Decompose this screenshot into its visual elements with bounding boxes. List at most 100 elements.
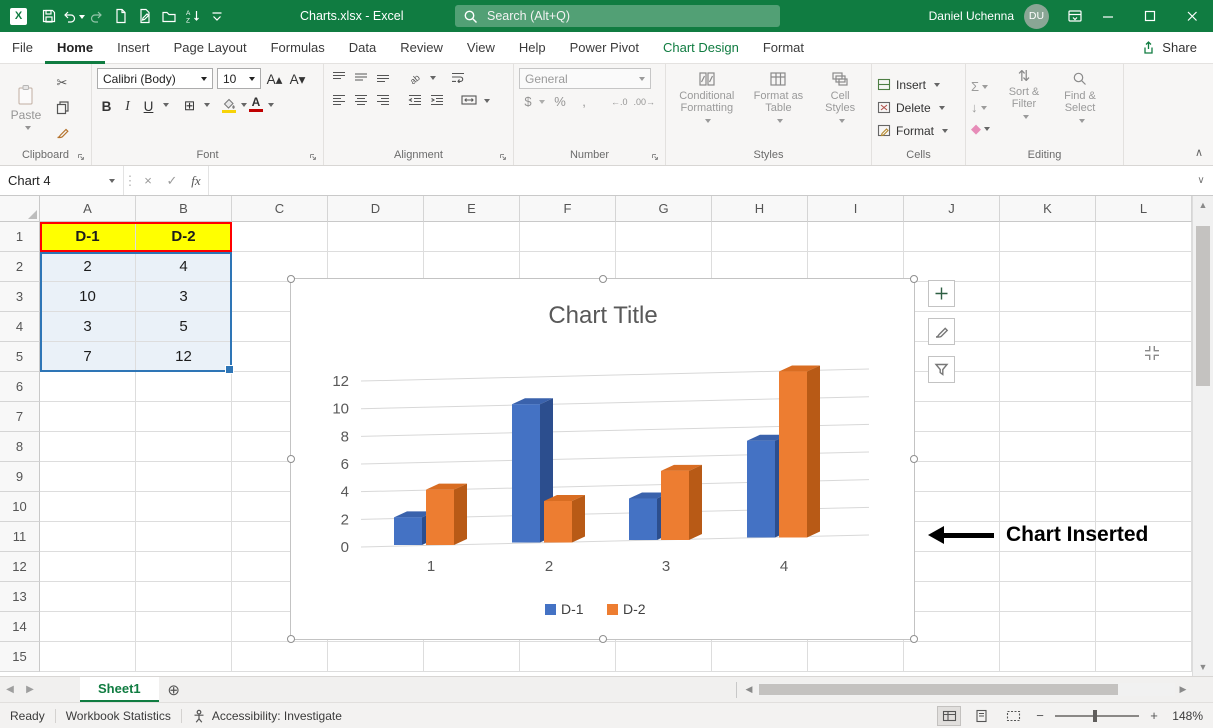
ribbon-tab-help[interactable]: Help	[507, 32, 558, 64]
ribbon-tab-file[interactable]: File	[0, 32, 45, 64]
row-header-6[interactable]: 6	[0, 372, 40, 402]
italic-button[interactable]: I	[118, 94, 137, 115]
cell-K9[interactable]	[1000, 462, 1096, 492]
save-icon[interactable]	[37, 4, 61, 28]
cell-L1[interactable]	[1096, 222, 1192, 252]
cell-I1[interactable]	[808, 222, 904, 252]
cell-A13[interactable]	[40, 582, 136, 612]
edit-document-icon[interactable]	[133, 4, 157, 28]
clear-button[interactable]: ◆	[971, 120, 990, 138]
cell-A7[interactable]	[40, 402, 136, 432]
column-header-D[interactable]: D	[328, 196, 424, 222]
fill-color-button[interactable]	[221, 97, 236, 113]
column-header-B[interactable]: B	[136, 196, 232, 222]
new-sheet-button[interactable]: ⊕	[159, 681, 189, 699]
chart-handle-bottom-right[interactable]	[910, 635, 918, 643]
format-cells-button[interactable]: Format	[877, 120, 960, 141]
cell-L6[interactable]	[1096, 372, 1192, 402]
fill-button[interactable]: ↓	[971, 99, 990, 117]
cell-L15[interactable]	[1096, 642, 1192, 672]
orientation-icon[interactable]: ab	[405, 68, 425, 86]
align-left-icon[interactable]	[329, 91, 349, 109]
row-header-8[interactable]: 8	[0, 432, 40, 462]
delete-cells-button[interactable]: Delete	[877, 97, 960, 118]
cell-B15[interactable]	[136, 642, 232, 672]
comma-style-button[interactable]: ,	[575, 94, 593, 109]
cell-B13[interactable]	[136, 582, 232, 612]
cell-J9[interactable]	[904, 462, 1000, 492]
cell-J13[interactable]	[904, 582, 1000, 612]
ribbon-tab-format[interactable]: Format	[751, 32, 816, 64]
cell-I15[interactable]	[808, 642, 904, 672]
alignment-dialog-launcher-icon[interactable]	[499, 153, 507, 161]
cell-L7[interactable]	[1096, 402, 1192, 432]
cell-L9[interactable]	[1096, 462, 1192, 492]
ribbon-tab-review[interactable]: Review	[388, 32, 455, 64]
cell-K13[interactable]	[1000, 582, 1096, 612]
cell-B11[interactable]	[136, 522, 232, 552]
select-all-button[interactable]	[0, 196, 40, 222]
column-header-E[interactable]: E	[424, 196, 520, 222]
collapse-ribbon-icon[interactable]: ∧	[1195, 146, 1203, 159]
ribbon-tab-page-layout[interactable]: Page Layout	[162, 32, 259, 64]
chart-handle-top-left[interactable]	[287, 275, 295, 283]
cell-J2[interactable]	[904, 252, 1000, 282]
clipboard-dialog-launcher-icon[interactable]	[77, 153, 85, 161]
cell-B12[interactable]	[136, 552, 232, 582]
search-box[interactable]	[455, 5, 780, 27]
cell-F15[interactable]	[520, 642, 616, 672]
new-file-icon[interactable]	[109, 4, 133, 28]
avatar[interactable]: DU	[1024, 4, 1049, 29]
grow-font-button[interactable]: A▴	[265, 68, 284, 89]
sort-filter-button[interactable]: ⇅ Sort & Filter	[998, 68, 1050, 147]
cell-E15[interactable]	[424, 642, 520, 672]
font-size-combo[interactable]: 10	[217, 68, 261, 89]
cell-A6[interactable]	[40, 372, 136, 402]
cell-K1[interactable]	[1000, 222, 1096, 252]
cell-J7[interactable]	[904, 402, 1000, 432]
increase-indent-icon[interactable]	[427, 91, 447, 109]
formula-bar-expand-icon[interactable]: ∨	[1189, 166, 1213, 195]
chart-handle-top-center[interactable]	[599, 275, 607, 283]
ribbon-tab-home[interactable]: Home	[45, 32, 105, 64]
cell-B5[interactable]: 12	[136, 342, 232, 372]
workbook-statistics-button[interactable]: Workbook Statistics	[66, 709, 171, 723]
cell-H15[interactable]	[712, 642, 808, 672]
paste-button[interactable]: Paste	[5, 68, 47, 147]
row-header-15[interactable]: 15	[0, 642, 40, 672]
accounting-format-button[interactable]: $	[519, 94, 537, 109]
zoom-slider-thumb[interactable]	[1093, 710, 1097, 722]
cell-B6[interactable]	[136, 372, 232, 402]
cell-B1[interactable]: D-2	[136, 222, 232, 252]
accessibility-status[interactable]: Accessibility: Investigate	[192, 709, 342, 723]
font-dialog-launcher-icon[interactable]	[309, 153, 317, 161]
underline-button[interactable]: U	[139, 94, 158, 115]
row-header-10[interactable]: 10	[0, 492, 40, 522]
cell-A14[interactable]	[40, 612, 136, 642]
page-break-view-button[interactable]	[1001, 706, 1025, 726]
cell-K8[interactable]	[1000, 432, 1096, 462]
column-header-J[interactable]: J	[904, 196, 1000, 222]
cell-H1[interactable]	[712, 222, 808, 252]
decrease-indent-icon[interactable]	[405, 91, 425, 109]
cell-G15[interactable]	[616, 642, 712, 672]
zoom-in-button[interactable]: +	[1147, 708, 1161, 723]
cell-A8[interactable]	[40, 432, 136, 462]
autosum-button[interactable]: Σ	[971, 78, 990, 96]
column-header-G[interactable]: G	[616, 196, 712, 222]
ribbon-tab-formulas[interactable]: Formulas	[259, 32, 337, 64]
cell-K7[interactable]	[1000, 402, 1096, 432]
bold-button[interactable]: B	[97, 94, 116, 115]
name-box[interactable]: Chart 4	[0, 166, 124, 195]
borders-button[interactable]: ⊞	[180, 94, 199, 115]
cell-K10[interactable]	[1000, 492, 1096, 522]
horizontal-scrollbar[interactable]: ◀ ▶	[741, 682, 1191, 697]
font-name-combo[interactable]: Calibri (Body)	[97, 68, 213, 89]
number-format-combo[interactable]: General	[519, 68, 651, 89]
user-name[interactable]: Daniel Uchenna	[929, 9, 1014, 23]
cell-K15[interactable]	[1000, 642, 1096, 672]
sheet-nav-left-icon[interactable]: ◀	[0, 684, 20, 695]
maximize-button[interactable]	[1129, 0, 1171, 32]
align-center-icon[interactable]	[351, 91, 371, 109]
cell-J10[interactable]	[904, 492, 1000, 522]
